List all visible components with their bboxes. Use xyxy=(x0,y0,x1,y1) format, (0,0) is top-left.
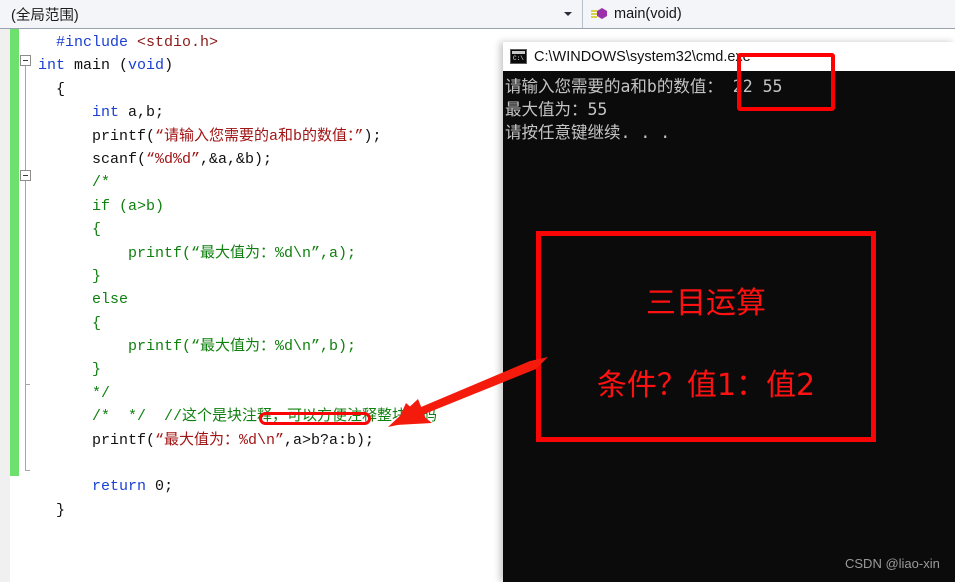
code-token: 0 xyxy=(155,478,165,496)
code-line: scanf(“%d%d”,&a,&b); xyxy=(38,148,437,171)
code-line: } xyxy=(38,358,437,381)
console-title-text: C:\WINDOWS\system32\cmd.exe xyxy=(534,48,751,65)
code-token: { xyxy=(38,221,102,239)
console-line: 最大值为：55 xyxy=(505,100,608,119)
fold-guide-line xyxy=(25,181,26,384)
code-line: /* xyxy=(38,171,437,194)
code-line: } xyxy=(38,499,437,522)
editor-selection-margin xyxy=(0,29,10,582)
code-token: int xyxy=(38,57,66,75)
code-line: int a,b; xyxy=(38,101,437,124)
scope-dropdown[interactable]: (全局范围) xyxy=(0,0,583,28)
code-line: printf(“最大值为：%d\n”,a>b?a:b); xyxy=(38,429,437,452)
code-token: printf(“最大值为：%d\n”,a); xyxy=(38,244,357,262)
chevron-down-icon[interactable] xyxy=(564,12,572,16)
code-token: scanf( xyxy=(38,150,147,168)
code-token: { xyxy=(38,80,66,98)
code-token: printf( xyxy=(38,127,156,145)
scope-dropdown-value: (全局范围) xyxy=(11,7,79,24)
fold-guide-line xyxy=(25,66,26,170)
console-line: 请按任意键继续. . . xyxy=(505,123,671,142)
code-token: a,b; xyxy=(119,104,165,122)
code-token: } xyxy=(38,501,66,519)
code-line: if (a>b) xyxy=(38,195,437,218)
code-token: { xyxy=(38,314,102,332)
code-line: else xyxy=(38,288,437,311)
code-token: int xyxy=(92,104,120,122)
code-line: printf(“最大值为：%d\n”,a); xyxy=(38,242,437,265)
code-line: { xyxy=(38,218,437,241)
member-dropdown-value: main(void) xyxy=(614,6,682,22)
code-token: printf( xyxy=(38,431,156,449)
watermark: CSDN @liao-xin xyxy=(845,556,940,571)
console-output: 请输入您需要的a和b的数值： 22 55 最大值为：55 请按任意键继续. . . xyxy=(503,71,955,582)
cmd-icon: C:\ xyxy=(510,49,527,64)
code-line: { xyxy=(38,312,437,335)
code-token: “请输入您需要的a和b的数值：” xyxy=(155,127,364,145)
code-line: /* */ //这个是块注释，可以方便注释整块代码 xyxy=(38,405,437,428)
code-token: “最大值为：%d\n” xyxy=(155,431,285,449)
ide-navigation-bar: (全局范围) main(void) xyxy=(0,0,955,29)
code-token: #include xyxy=(56,34,129,51)
fold-toggle-main[interactable] xyxy=(20,55,31,66)
code-token: ); xyxy=(363,127,382,145)
change-tracking-bar xyxy=(10,29,19,476)
code-token: /* */ //这个是块注释，可以方便注释整块代码 xyxy=(38,408,438,426)
console-line: 请输入您需要的a和b的数值： 22 55 xyxy=(505,77,783,96)
code-token: ) xyxy=(164,57,174,75)
code-token: <stdio.h> xyxy=(137,34,219,51)
code-line: { xyxy=(38,78,437,101)
code-line: */ xyxy=(38,382,437,405)
code-token: return xyxy=(92,478,147,496)
code-token: ,&a,&b); xyxy=(200,150,273,168)
console-title-bar[interactable]: C:\ C:\WINDOWS\system32\cmd.exe xyxy=(503,42,955,71)
code-line: printf(“请输入您需要的a和b的数值：”); xyxy=(38,125,437,148)
code-line: printf(“最大值为：%d\n”,b); xyxy=(38,335,437,358)
code-token: else xyxy=(38,291,129,309)
code-token: /* xyxy=(38,174,111,192)
code-token: } xyxy=(38,361,102,379)
fold-toggle-comment-block[interactable] xyxy=(20,170,31,181)
code-token: main xyxy=(65,57,120,75)
code-token: void xyxy=(128,57,165,75)
code-token: ; xyxy=(164,478,174,496)
fold-guide-line xyxy=(25,385,26,471)
ternary-syntax-text: 条件？值1：值2 xyxy=(596,368,816,403)
code-token: } xyxy=(38,267,102,285)
code-token: ( xyxy=(119,57,129,75)
method-cube-icon xyxy=(591,7,609,21)
code-token: */ xyxy=(38,384,111,402)
ternary-title-text: 三目运算 xyxy=(646,286,766,321)
member-dropdown[interactable]: main(void) xyxy=(583,0,955,28)
code-token: “%d%d” xyxy=(146,150,201,168)
code-line: int main (void) xyxy=(38,54,437,77)
code-line: #include <stdio.h> xyxy=(38,31,437,54)
code-line: } xyxy=(38,265,437,288)
code-token: if (a>b) xyxy=(38,197,165,215)
code-token: ,a>b?a:b); xyxy=(284,431,375,449)
code-token: printf(“最大值为：%d\n”,b); xyxy=(38,338,357,356)
source-code[interactable]: #include <stdio.h> int main (void) { int … xyxy=(38,31,437,522)
code-line: return 0; xyxy=(38,475,437,498)
ternary-expression-underline xyxy=(259,412,371,425)
fold-guide-end xyxy=(25,470,30,471)
code-folding-column[interactable] xyxy=(19,29,38,582)
